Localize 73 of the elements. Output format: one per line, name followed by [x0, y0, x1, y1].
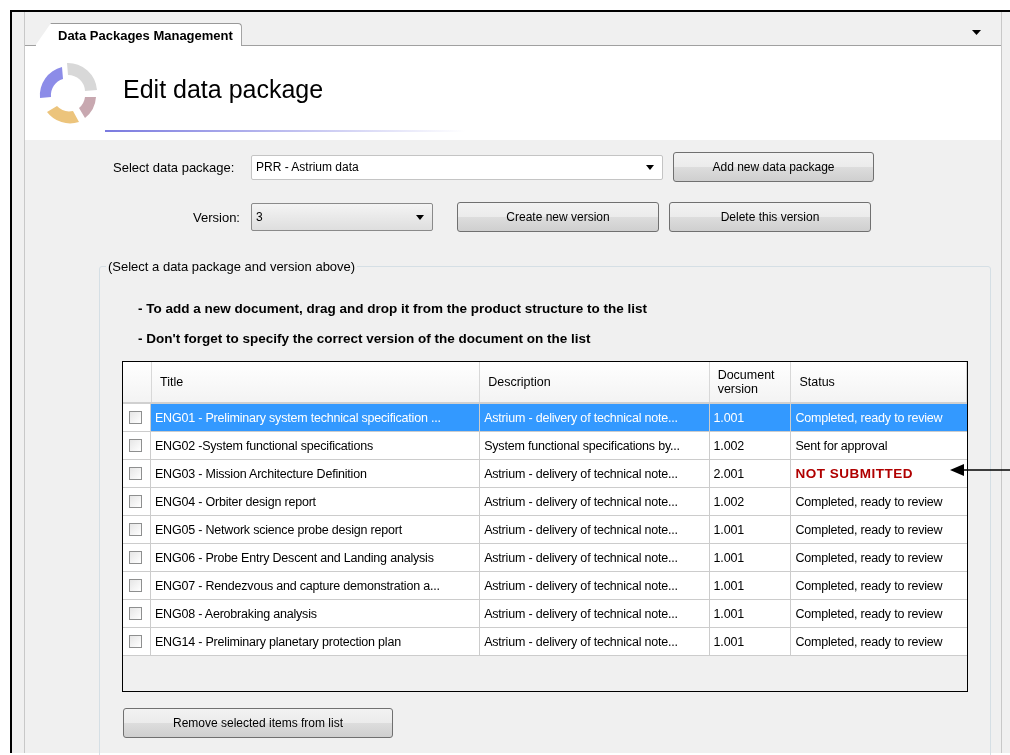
field-label: Select data package:: [113, 159, 236, 175]
group-legend: (Select a data package and version above): [106, 259, 358, 274]
table-row[interactable]: ENG07 - Rendezvous and capture demonstration a... Astrium - delivery of technical note... 1.001 Completed, ready to review: [123, 572, 967, 600]
table-cell: ENG06 - Probe Entry Descent and Landing analysis: [150, 544, 481, 571]
instruction-text: - Don't forget to specify the correct version of the document on the list: [138, 331, 592, 346]
row-checkbox[interactable]: [129, 439, 142, 452]
dropdown-arrow-icon[interactable]: [972, 30, 981, 35]
table-cell-text: Completed, ready to review: [794, 577, 944, 595]
table-cell: 1.002: [709, 432, 792, 459]
table-row[interactable]: ENG06 - Probe Entry Descent and Landing analysis Astrium - delivery of technical note... 1.001 Completed, ready to review: [123, 544, 967, 572]
table-row[interactable]: ENG04 - Orbiter design report Astrium - delivery of technical note... 1.002 Completed, ready to review: [123, 488, 967, 516]
row-checkbox[interactable]: [129, 635, 142, 648]
table-cell: Astrium - delivery of technical note...: [480, 516, 710, 543]
table-row[interactable]: ENG08 - Aerobraking analysis Astrium - delivery of technical note... 1.001 Completed, ready to review: [123, 600, 967, 628]
table-cell: ENG02 -System functional specifications: [150, 432, 481, 459]
table-cell: ENG05 - Network science probe design report: [150, 516, 481, 543]
instruction-text: - To add a new document, drag and drop it from the product structure to the list: [138, 301, 648, 316]
delete-version-button[interactable]: Delete this version: [669, 202, 871, 232]
add-package-button[interactable]: Add new data package: [673, 152, 874, 182]
dropdown-arrow-icon: [646, 164, 654, 170]
dropdown-arrow-icon: [416, 214, 424, 220]
table-cell: 1.001: [709, 544, 792, 571]
table-cell: Astrium - delivery of technical note...: [480, 488, 710, 515]
table-cell: 1.002: [709, 488, 792, 515]
table-cell: ENG01 - Preliminary system technical specification ...: [150, 404, 481, 431]
table-cell: Astrium - delivery of technical note...: [480, 544, 710, 571]
column-header[interactable]: Title: [151, 362, 481, 402]
create-version-button[interactable]: Create new version: [457, 202, 659, 232]
table-cell-text: Sent for approval: [794, 437, 889, 455]
table-row[interactable]: ENG02 -System functional specifications System functional specifications by... 1.002 Sent for approval: [123, 432, 967, 460]
table-cell: ENG03 - Mission Architecture Definition: [150, 460, 481, 487]
row-checkbox[interactable]: [129, 523, 142, 536]
table-row[interactable]: ENG03 - Mission Architecture Definition Astrium - delivery of technical note... 2.001 NOT SUBMITTED: [123, 460, 967, 488]
column-header[interactable]: Document version: [709, 362, 792, 402]
table-cell-text: Completed, ready to review: [794, 493, 944, 511]
table-cell: Astrium - delivery of technical note...: [480, 600, 710, 627]
table-cell-text: Completed, ready to review: [794, 633, 944, 651]
remove-items-button[interactable]: Remove selected items from list: [123, 708, 393, 738]
table-cell-text: Completed, ready to review: [794, 521, 944, 539]
tab[interactable]: Data Packages Management: [35, 23, 242, 46]
column-header[interactable]: Status: [791, 362, 967, 402]
page-title: Edit data package: [123, 74, 324, 104]
table-cell-text: NOT SUBMITTED: [794, 465, 914, 483]
row-checkbox[interactable]: [129, 607, 142, 620]
table-cell: ENG14 - Preliminary planetary protection plan: [150, 628, 481, 655]
table-cell: Astrium - delivery of technical note...: [480, 572, 710, 599]
row-checkbox[interactable]: [129, 495, 142, 508]
table-cell: Astrium - delivery of technical note...: [480, 628, 710, 655]
table-row[interactable]: ENG05 - Network science probe design report Astrium - delivery of technical note... 1.001 Completed, ready to review: [123, 516, 967, 544]
row-checkbox[interactable]: [129, 579, 142, 592]
table-cell: 1.001: [709, 404, 792, 431]
row-checkbox[interactable]: [129, 467, 142, 480]
row-checkbox[interactable]: [129, 551, 142, 564]
table-cell: ENG07 - Rendezvous and capture demonstration a...: [150, 572, 481, 599]
table-cell: 1.001: [709, 628, 792, 655]
table-row[interactable]: ENG14 - Preliminary planetary protection plan Astrium - delivery of technical note... 1.001 Completed, ready to review: [123, 628, 967, 656]
table-cell: 2.001: [709, 460, 792, 487]
table-cell: System functional specifications by...: [480, 432, 710, 459]
table-cell: 1.001: [709, 600, 792, 627]
table-cell: ENG04 - Orbiter design report: [150, 488, 481, 515]
table-cell: ENG08 - Aerobraking analysis: [150, 600, 481, 627]
field-label: Version:: [193, 209, 241, 225]
table-cell-text: Completed, ready to review: [794, 605, 944, 623]
row-checkbox[interactable]: [129, 411, 142, 424]
table-cell: Astrium - delivery of technical note...: [480, 460, 710, 487]
table-cell: Astrium - delivery of technical note...: [480, 404, 710, 431]
table-cell-text: Completed, ready to review: [794, 549, 944, 567]
table-cell-text: Completed, ready to review: [794, 409, 944, 427]
table-cell: 1.001: [709, 516, 792, 543]
version-dropdown[interactable]: 3: [251, 203, 433, 231]
column-header[interactable]: Description: [480, 362, 710, 402]
table-cell: 1.001: [709, 572, 792, 599]
package-dropdown[interactable]: PRR - Astrium data: [251, 154, 663, 180]
